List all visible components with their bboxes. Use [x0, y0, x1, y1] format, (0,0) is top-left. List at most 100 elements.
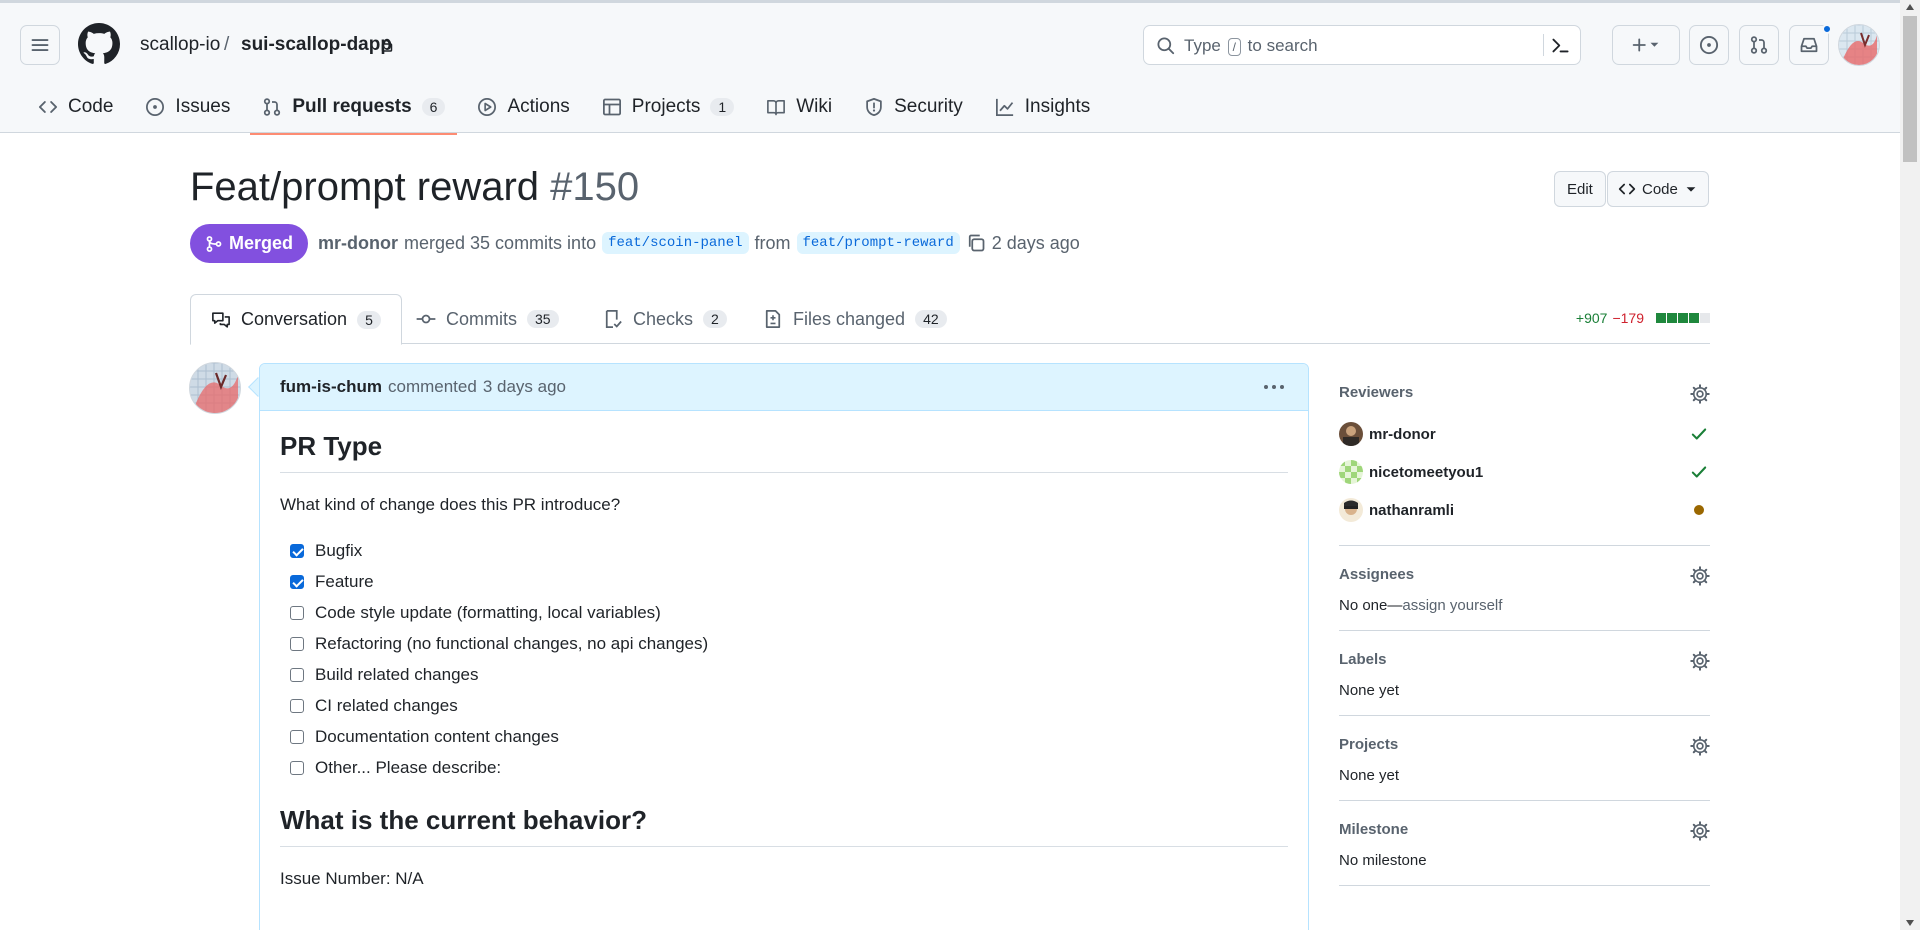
task-checkbox[interactable]	[290, 543, 304, 558]
avatar-image-icon	[1839, 25, 1879, 65]
reviewer-list: mr-donor nicetomeetyou1 nathanramli	[1339, 415, 1710, 529]
search-suffix: to search	[1247, 36, 1318, 55]
tab-conversation[interactable]: Conversation 5	[190, 294, 402, 345]
scroll-thumb[interactable]	[1903, 16, 1917, 162]
comment-question: What kind of change does this PR introdu…	[280, 495, 621, 514]
task-list-item: Other... Please describe:	[280, 752, 1288, 783]
nav-item-code[interactable]: Code	[26, 91, 125, 123]
page-scrollbar[interactable]	[1900, 0, 1920, 930]
inbox-icon	[1800, 37, 1818, 53]
code-button-label: Code	[1642, 180, 1678, 198]
create-new-button[interactable]	[1612, 25, 1680, 65]
github-logo-icon[interactable]	[78, 23, 120, 65]
tab-label: Checks	[633, 308, 694, 329]
nav-item-issues[interactable]: Issues	[133, 91, 242, 123]
breadcrumb-repo[interactable]: sui-scallop-dapp	[241, 34, 392, 56]
reviewer-avatar[interactable]	[1339, 460, 1363, 484]
task-list-item: Documentation content changes	[280, 721, 1288, 752]
kebab-horizontal-icon[interactable]	[1262, 378, 1286, 396]
nav-item-actions[interactable]: Actions	[465, 91, 581, 123]
pending-review-dot-icon	[1694, 505, 1704, 515]
nav-item-label: Wiki	[796, 96, 833, 117]
table-icon	[602, 98, 621, 116]
search-input[interactable]: Type / to search	[1143, 25, 1581, 65]
nav-item-security[interactable]: Security	[852, 91, 975, 123]
additions-count: +907	[1575, 310, 1608, 326]
your-issues-button[interactable]	[1689, 25, 1729, 65]
merged-status-badge: Merged	[190, 224, 309, 263]
code-icon	[38, 101, 58, 113]
lock-icon	[381, 38, 393, 52]
code-button[interactable]: Code	[1607, 171, 1709, 207]
nav-item-label: Issues	[175, 96, 231, 117]
edit-button[interactable]: Edit	[1554, 171, 1606, 207]
task-list-item: Build related changes	[280, 659, 1288, 690]
gear-icon[interactable]	[1690, 566, 1710, 586]
pr-author-link[interactable]: mr-donor	[318, 233, 398, 254]
sidebar-milestone: Milestone No milestone	[1339, 801, 1710, 886]
comment-author-avatar[interactable]	[189, 362, 241, 414]
tab-checks[interactable]: Checks 2	[583, 294, 747, 344]
graph-icon	[995, 98, 1013, 116]
task-checkbox[interactable]	[290, 667, 304, 682]
task-list-item: Bugfix	[280, 535, 1288, 566]
comment-author-link[interactable]: fum-is-chum	[280, 377, 382, 397]
gear-icon[interactable]	[1690, 651, 1710, 671]
base-branch[interactable]: feat/scoin-panel	[602, 232, 749, 254]
breadcrumb-owner[interactable]: scallop-io	[140, 34, 220, 56]
reviewer-name[interactable]: nathanramli	[1369, 502, 1454, 519]
nav-item-label: Pull requests	[292, 96, 412, 117]
head-branch[interactable]: feat/prompt-reward	[796, 232, 960, 254]
plus-dropdown-icon	[1632, 38, 1659, 52]
checklist-icon	[605, 310, 622, 328]
task-list-item: CI related changes	[280, 690, 1288, 721]
gear-icon[interactable]	[1690, 736, 1710, 756]
gear-icon[interactable]	[1690, 821, 1710, 841]
task-label: Build related changes	[315, 664, 479, 684]
shield-icon	[866, 98, 882, 116]
task-checkbox[interactable]	[290, 760, 304, 775]
reviewer-name[interactable]: mr-donor	[1369, 426, 1436, 443]
nav-item-pull-requests[interactable]: Pull requests 6	[250, 91, 458, 135]
gear-icon[interactable]	[1690, 384, 1710, 404]
comment-action-text: commented	[388, 377, 477, 396]
avatar-image-icon	[1339, 498, 1363, 522]
scroll-up-arrow-icon[interactable]	[1906, 4, 1914, 10]
comment-time[interactable]: 3 days ago	[483, 377, 566, 397]
pr-sidebar: Reviewers mr-donor nicetomeetyou1 nathanra…	[1339, 364, 1710, 886]
file-diff-icon	[765, 310, 781, 328]
your-pull-requests-button[interactable]	[1739, 25, 1779, 65]
reviewer-avatar[interactable]	[1339, 498, 1363, 522]
play-icon	[478, 98, 497, 116]
reviewer-row: mr-donor	[1339, 415, 1710, 453]
task-checkbox[interactable]	[290, 729, 304, 744]
menu-button[interactable]	[20, 25, 60, 65]
tab-commits[interactable]: Commits 35	[396, 294, 579, 344]
task-checkbox[interactable]	[290, 636, 304, 651]
tab-files-changed[interactable]: Files changed 42	[743, 294, 967, 344]
user-avatar[interactable]	[1838, 24, 1880, 66]
comment-heading-current-behavior: What is the current behavior?	[280, 805, 1288, 847]
nav-item-label: Actions	[507, 96, 570, 117]
nav-item-insights[interactable]: Insights	[983, 91, 1102, 123]
assign-yourself-link[interactable]: assign yourself	[1402, 597, 1502, 614]
sidebar-projects-title: Projects	[1339, 736, 1399, 753]
copy-icon[interactable]	[966, 233, 986, 253]
task-label: Other... Please describe:	[315, 757, 502, 777]
scroll-down-arrow-icon[interactable]	[1906, 920, 1914, 926]
code-icon	[1618, 183, 1636, 195]
projects-value: None yet	[1339, 767, 1400, 784]
reviewer-avatar[interactable]	[1339, 422, 1363, 446]
nav-item-projects[interactable]: Projects 1	[590, 91, 746, 123]
task-label: Bugfix	[315, 540, 363, 560]
tab-counter: 5	[357, 310, 381, 329]
task-checkbox[interactable]	[290, 605, 304, 620]
command-palette-icon[interactable]	[1551, 36, 1570, 55]
reviewer-name[interactable]: nicetomeetyou1	[1369, 464, 1483, 481]
nav-item-label: Security	[894, 96, 963, 117]
task-checkbox[interactable]	[290, 698, 304, 713]
tab-counter: 2	[703, 310, 727, 328]
task-checkbox[interactable]	[290, 574, 304, 589]
tab-label: Commits	[446, 308, 517, 329]
nav-item-wiki[interactable]: Wiki	[754, 91, 844, 123]
